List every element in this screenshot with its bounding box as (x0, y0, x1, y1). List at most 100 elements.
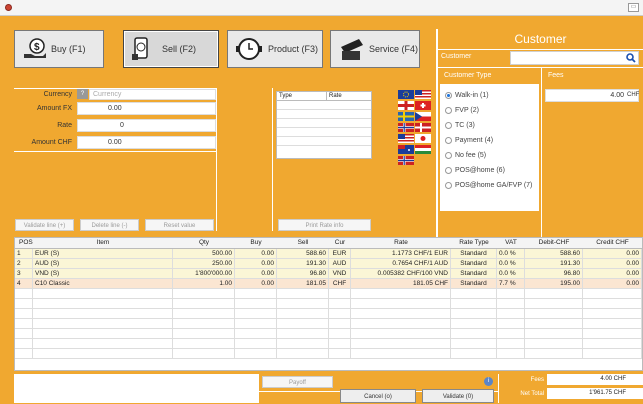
buy-hand-dollar-icon: $ (24, 38, 46, 58)
customer-type-option[interactable]: Walk-in (1) (445, 88, 539, 103)
separator (216, 88, 217, 231)
validate-line-button[interactable]: Validate line (+) (15, 219, 74, 231)
table-row[interactable] (15, 319, 642, 329)
table-cell (497, 319, 525, 329)
maximize-button[interactable]: ▭ (628, 3, 639, 12)
flag-eu-icon (398, 90, 414, 99)
app-icon (5, 4, 12, 11)
payoff-button[interactable]: Payoff (262, 376, 333, 388)
currency-help-button[interactable]: ? (77, 89, 88, 99)
column-header[interactable]: Item (33, 239, 173, 246)
net-total-value: 1'961.75 CHF (547, 388, 643, 399)
table-cell (451, 349, 497, 359)
search-icon[interactable] (626, 53, 636, 65)
currency-input[interactable]: Currency (89, 89, 216, 100)
info-icon[interactable]: i (484, 377, 493, 386)
table-cell: 191.30 (525, 259, 583, 269)
radio-icon (445, 107, 452, 114)
table-row[interactable]: 4 C10 Classic 1.00 0.00 181.05 CHF 181.05 CHF S… (15, 279, 642, 289)
transactions-table: POS Item Qty Buy Sell Cur Rate Rate Type VAT Debi… (14, 237, 643, 371)
column-header[interactable]: POS (15, 239, 33, 246)
customer-input[interactable] (510, 51, 639, 65)
table-cell (583, 339, 642, 349)
table-cell (15, 309, 33, 319)
table-cell: 0.00 (235, 279, 277, 289)
table-row[interactable] (15, 299, 642, 309)
table-cell: Standard (451, 279, 497, 289)
table-cell (15, 349, 33, 359)
table-cell (173, 319, 235, 329)
delete-line-button[interactable]: Delete line (-) (80, 219, 139, 231)
amount-chf-input[interactable]: 0.00 (77, 136, 216, 149)
column-header[interactable]: Qty (173, 239, 235, 246)
table-cell (235, 289, 277, 299)
table-cell: 181.05 (277, 279, 329, 289)
reset-value-button[interactable]: Reset value (145, 219, 214, 231)
column-header[interactable]: VAT (497, 239, 525, 246)
column-header[interactable]: Rate (351, 239, 451, 246)
table-cell (277, 339, 329, 349)
flag-us-icon (415, 90, 431, 99)
cancel-button[interactable]: Cancel (o) (340, 389, 416, 403)
fees-total-label: Fees (530, 377, 544, 383)
table-row[interactable]: 2 AUD (S) 250.00 0.00 191.30 AUD 0.7654 CHF/1 … (15, 259, 642, 269)
table-cell (329, 329, 351, 339)
flag-us-icon (398, 134, 414, 143)
service-briefcase-icon (341, 39, 363, 60)
column-header[interactable]: Credit CHF (583, 239, 642, 246)
table-cell: 96.80 (277, 269, 329, 279)
product-button[interactable]: Product (F3) (227, 30, 323, 68)
print-rate-info-button[interactable]: Print Rate info (278, 219, 371, 231)
column-header[interactable]: Sell (277, 239, 329, 246)
table-cell: 1 (15, 249, 33, 259)
table-cell (235, 349, 277, 359)
divider (438, 49, 643, 50)
table-row[interactable] (15, 339, 642, 349)
customer-type-option[interactable]: FVP (2) (445, 103, 539, 118)
table-cell: EUR (S) (33, 249, 173, 259)
column-header[interactable]: Cur (329, 239, 351, 246)
table-cell: 2 (15, 259, 33, 269)
table-cell (451, 299, 497, 309)
table-cell (33, 309, 173, 319)
table-cell (235, 299, 277, 309)
table-cell (15, 319, 33, 329)
column-header[interactable]: Buy (235, 239, 277, 246)
table-cell: 0.00 (583, 269, 642, 279)
table-cell (351, 289, 451, 299)
table-cell (351, 299, 451, 309)
table-row[interactable] (15, 329, 642, 339)
buy-button[interactable]: $ Buy (F1) (14, 30, 104, 68)
customer-type-option[interactable]: Payment (4) (445, 133, 539, 148)
rate-input[interactable]: 0 (77, 119, 216, 132)
table-row[interactable] (15, 309, 642, 319)
notes-area[interactable] (14, 374, 258, 403)
amount-fx-input[interactable]: 0.00 (77, 102, 216, 115)
fees-input[interactable]: 4.00 (545, 89, 639, 102)
rate-table: Type Rate (276, 91, 372, 159)
table-row[interactable]: 1 EUR (S) 500.00 0.00 588.60 EUR 1.1773 CHF/1 … (15, 249, 642, 259)
window-titlebar (0, 0, 643, 16)
column-header[interactable]: Rate Type (451, 239, 497, 246)
column-header[interactable]: Debit-CHF (525, 239, 583, 246)
table-cell (277, 299, 329, 309)
customer-type-option[interactable]: POS@home (6) (445, 163, 539, 178)
customer-type-option[interactable]: No fee (5) (445, 148, 539, 163)
sell-button[interactable]: Sell (F2) (123, 30, 219, 68)
table-row[interactable]: 3 VND (S) 1'800'000.00 0.00 96.80 VND 0.005382… (15, 269, 642, 279)
table-row[interactable] (15, 289, 642, 299)
customer-type-label: Customer Type (444, 72, 492, 79)
table-cell: 96.80 (525, 269, 583, 279)
table-cell (33, 319, 173, 329)
buy-button-label: Buy (F1) (51, 44, 86, 54)
table-cell (15, 289, 33, 299)
service-button[interactable]: Service (F4) (330, 30, 420, 68)
table-row[interactable] (15, 349, 642, 359)
customer-type-option[interactable]: POS@home GA/FVP (7) (445, 178, 539, 193)
separator (498, 374, 499, 403)
validate-button[interactable]: Validate (0) (422, 389, 494, 403)
table-cell (277, 329, 329, 339)
customer-type-option[interactable]: TC (3) (445, 118, 539, 133)
sell-phone-dollar-icon (132, 37, 148, 60)
table-cell (173, 309, 235, 319)
